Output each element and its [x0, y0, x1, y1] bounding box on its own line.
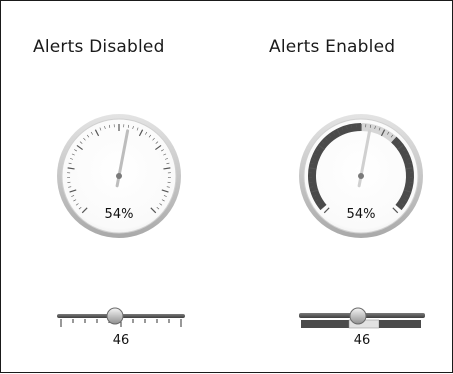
slider-value-label: 46	[332, 333, 392, 348]
gauge-hub	[358, 173, 364, 179]
gauge-hub	[116, 173, 122, 179]
slider-thumb[interactable]	[350, 308, 366, 324]
gauge-value-label: 54%	[79, 207, 159, 222]
widget-frame: Alerts Disabled Alerts Enabled	[0, 0, 453, 373]
slider-alerts-enabled[interactable]	[299, 308, 425, 328]
slider-alert-band-low	[301, 320, 349, 328]
slider-alert-band-high	[379, 320, 421, 328]
gauge-value-label: 54%	[321, 207, 401, 222]
slider-value-label: 46	[91, 333, 151, 348]
gauges-canvas	[1, 1, 453, 374]
slider-alerts-disabled[interactable]	[57, 308, 185, 327]
slider-thumb[interactable]	[107, 308, 123, 324]
